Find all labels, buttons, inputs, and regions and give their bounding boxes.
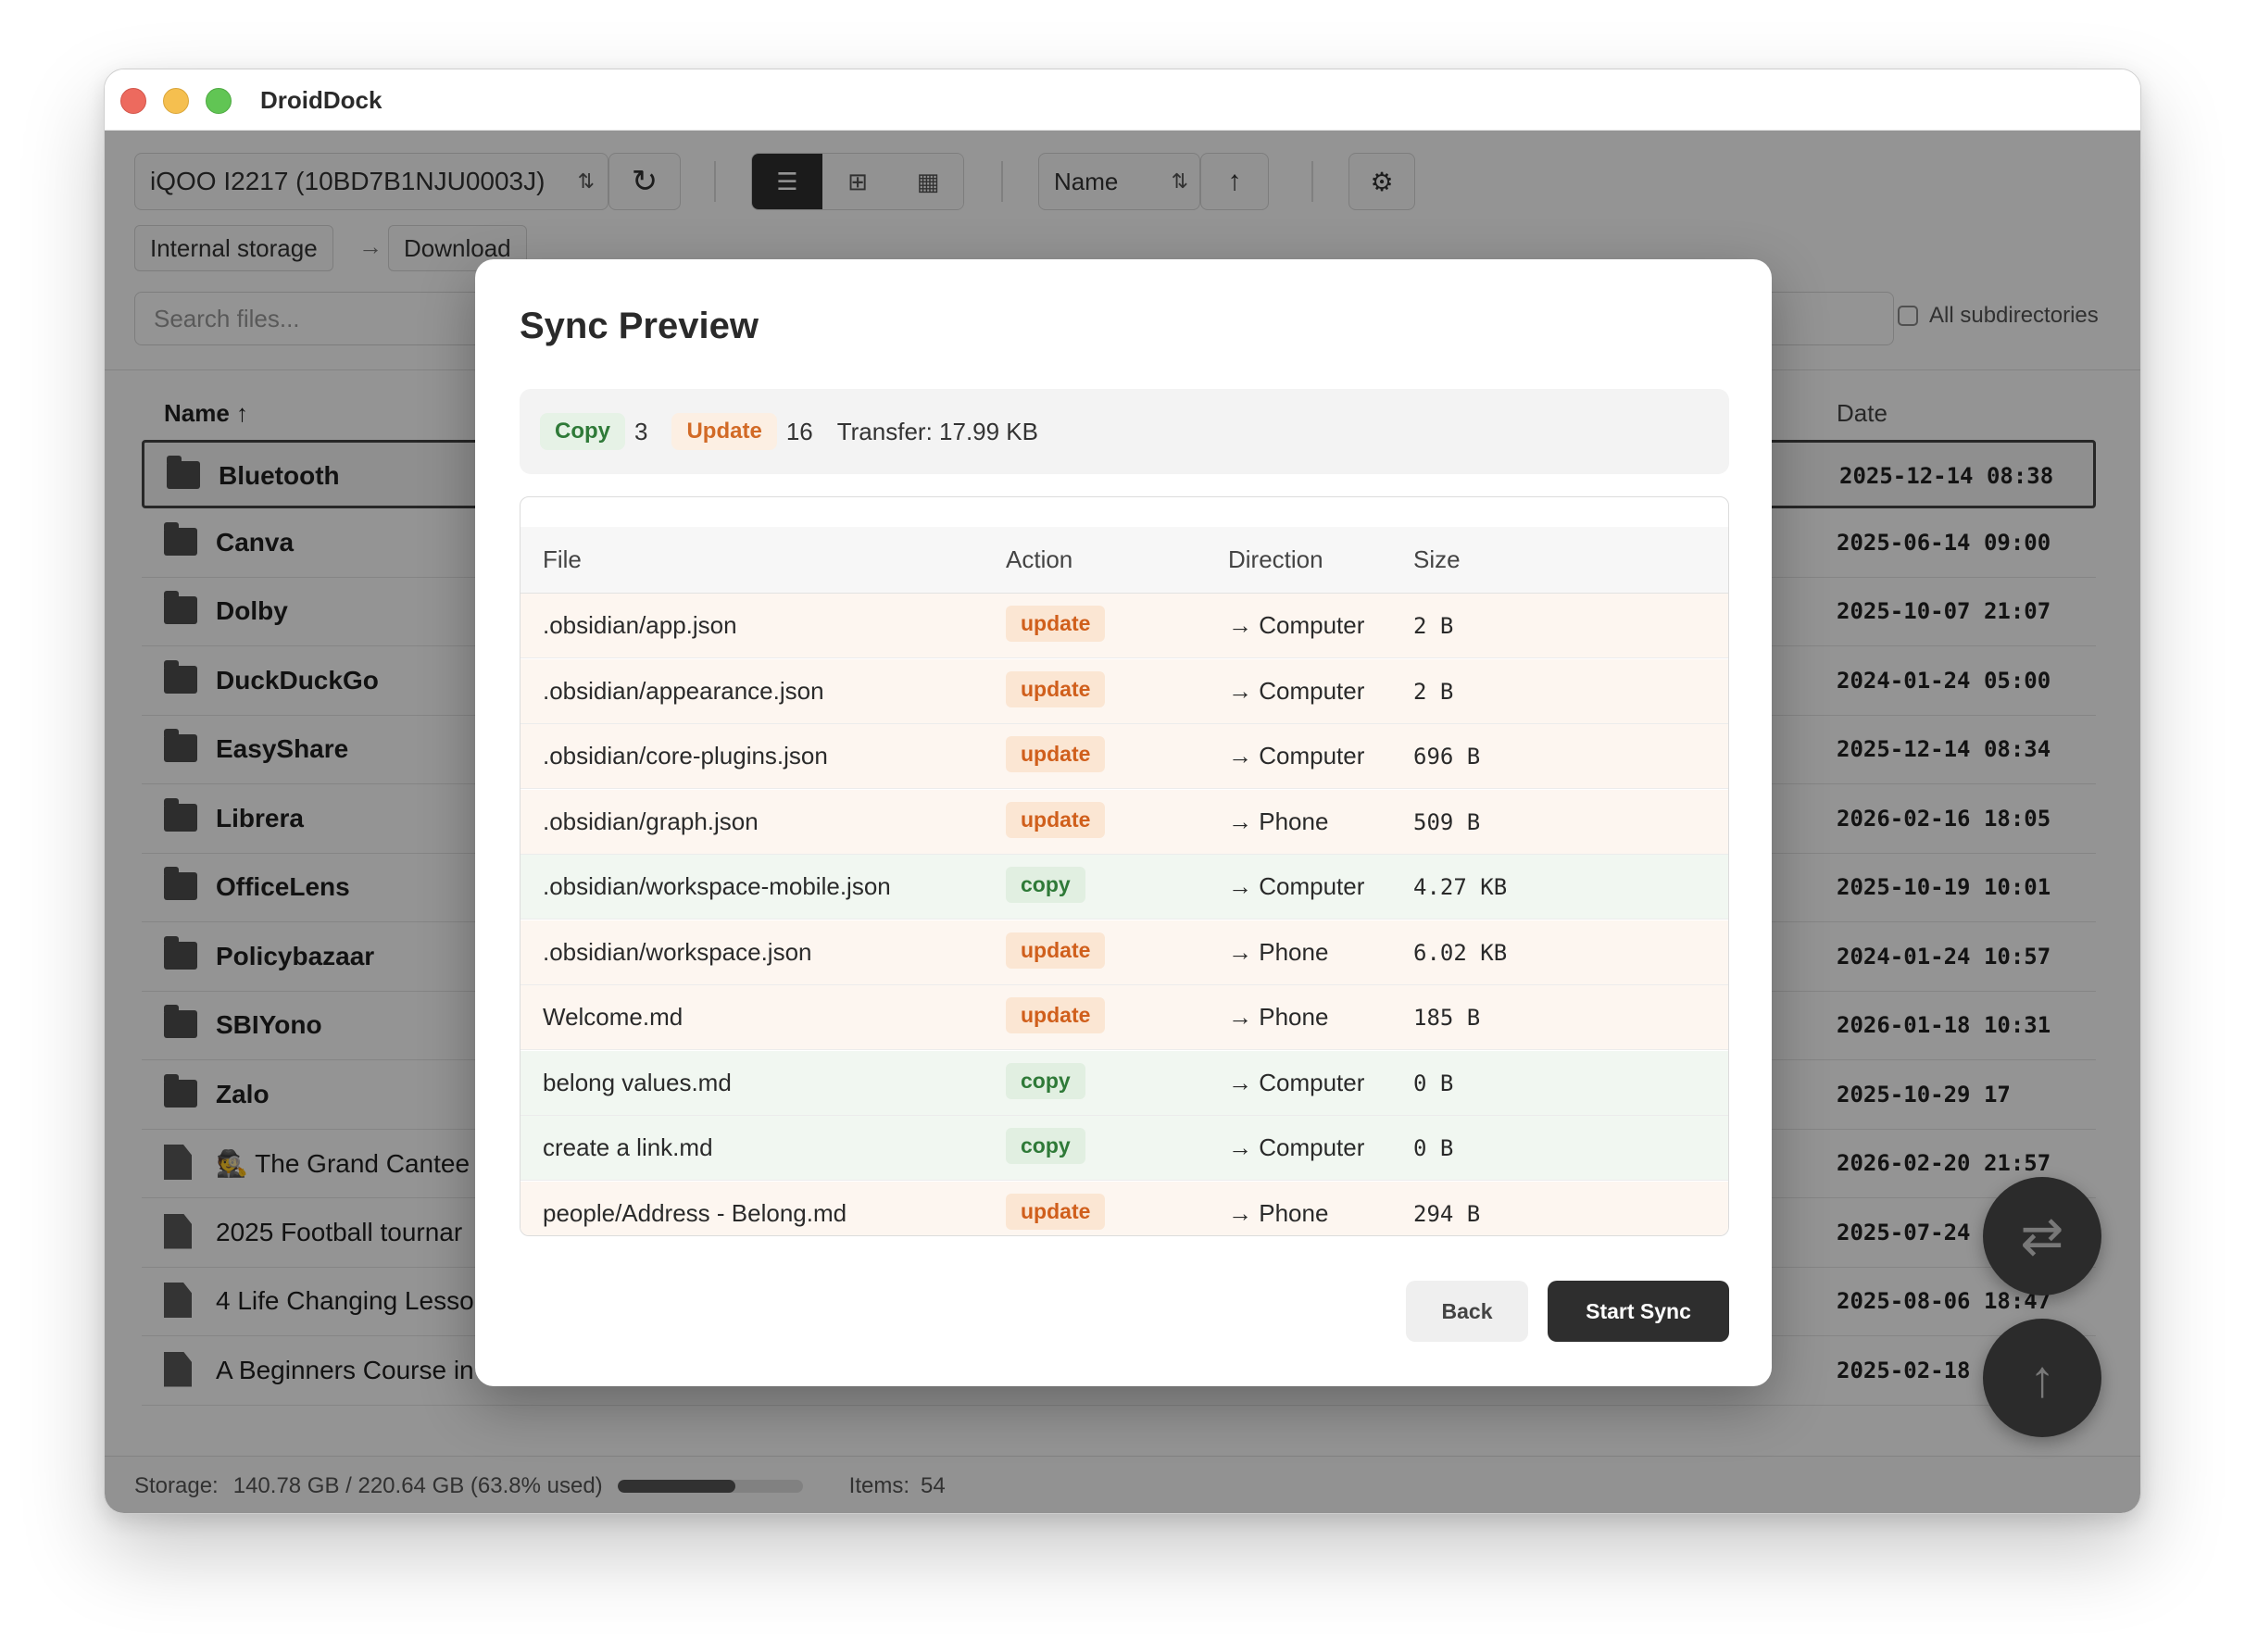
sync-action-badge: update: [1006, 997, 1106, 1033]
sync-file-path: .obsidian/graph.json: [543, 807, 759, 835]
dialog-title: Sync Preview: [520, 306, 759, 346]
sync-action-badge: update: [1006, 606, 1106, 642]
sync-size: 6.02 KB: [1413, 939, 1508, 966]
sync-row: .obsidian/core-plugins.json → Computer 696…: [520, 724, 1728, 789]
sync-row: people/Address - Belong.md → Phone 294 B up…: [520, 1181, 1728, 1235]
sync-action-badge: copy: [1006, 1128, 1085, 1164]
action-column-header: Action: [1006, 545, 1073, 573]
transfer-size: Transfer: 17.99 KB: [836, 417, 1038, 445]
sync-action-badge: update: [1006, 736, 1106, 772]
close-window-button[interactable]: [120, 88, 146, 114]
sync-size: 0 B: [1413, 1135, 1454, 1161]
sync-file-path: .obsidian/appearance.json: [543, 676, 824, 705]
update-badge: Update: [671, 413, 777, 450]
minimize-window-button[interactable]: [163, 88, 189, 114]
sync-size: 294 B: [1413, 1200, 1481, 1227]
sync-direction: → Phone: [1228, 1003, 1329, 1031]
sync-file-path: create a link.md: [543, 1133, 713, 1161]
sync-action-badge: copy: [1006, 1062, 1085, 1099]
sync-row: .obsidian/graph.json → Phone 509 B update: [520, 789, 1728, 855]
sync-action-badge: update: [1006, 932, 1106, 969]
table-header: File Action Direction Size: [520, 527, 1728, 594]
sync-size: 0 B: [1413, 1070, 1454, 1096]
sync-preview-dialog: Sync Preview Copy 3 Update 16 Transfer: …: [475, 259, 1772, 1386]
sync-direction: → Phone: [1228, 1198, 1329, 1227]
sync-direction: → Computer: [1228, 676, 1365, 705]
direction-column-header: Direction: [1228, 545, 1323, 573]
sync-file-path: belong values.md: [543, 1068, 732, 1096]
sync-size: 185 B: [1413, 1005, 1481, 1031]
sync-direction: → Phone: [1228, 937, 1329, 966]
sync-summary: Copy 3 Update 16 Transfer: 17.99 KB: [520, 389, 1729, 474]
sync-action-badge: update: [1006, 1193, 1106, 1230]
sync-row: Welcome.md → Phone 185 B update: [520, 985, 1728, 1050]
sync-file-path: .obsidian/core-plugins.json: [543, 742, 828, 770]
app-title: DroidDock: [260, 86, 383, 114]
sync-direction: → Computer: [1228, 1068, 1365, 1096]
sync-row: .obsidian/app.json → Computer 2 B update: [520, 594, 1728, 658]
sync-action-badge: copy: [1006, 867, 1085, 903]
title-bar: DroidDock: [105, 69, 2140, 131]
sync-action-badge: update: [1006, 670, 1106, 707]
sync-size: 696 B: [1413, 744, 1481, 770]
sync-file-path: .obsidian/workspace-mobile.json: [543, 872, 891, 900]
sync-direction: → Phone: [1228, 807, 1329, 835]
sync-action-badge: update: [1006, 801, 1106, 838]
start-sync-button[interactable]: Start Sync: [1548, 1281, 1729, 1342]
sync-direction: → Computer: [1228, 872, 1365, 900]
size-column-header: Size: [1413, 545, 1461, 573]
sync-file-path: people/Address - Belong.md: [543, 1198, 847, 1227]
sync-size: 2 B: [1413, 613, 1454, 639]
back-button[interactable]: Back: [1406, 1281, 1528, 1342]
sync-file-path: .obsidian/workspace.json: [543, 937, 812, 966]
sync-size: 2 B: [1413, 678, 1454, 705]
sync-row: belong values.md → Computer 0 B copy: [520, 1050, 1728, 1116]
maximize-window-button[interactable]: [206, 88, 232, 114]
sync-file-path: .obsidian/app.json: [543, 611, 737, 639]
copy-count: 3: [634, 417, 648, 445]
sync-size: 509 B: [1413, 808, 1481, 835]
app-window: DroidDock iQOO I2217 (10BD7B1NJU0003J) ⇅…: [104, 69, 2141, 1514]
update-count: 16: [785, 417, 813, 445]
sync-direction: → Computer: [1228, 742, 1365, 770]
sync-direction: → Computer: [1228, 1133, 1365, 1161]
sync-direction: → Computer: [1228, 611, 1365, 639]
sync-row: .obsidian/appearance.json → Computer 2 B up…: [520, 658, 1728, 724]
sync-row: .obsidian/workspace-mobile.json → Compute…: [520, 855, 1728, 920]
copy-badge: Copy: [540, 413, 625, 450]
sync-size: 4.27 KB: [1413, 874, 1508, 900]
sync-file-path: Welcome.md: [543, 1003, 684, 1031]
sync-table[interactable]: File Action Direction Size .obsidian/app…: [520, 496, 1729, 1236]
file-column-header: File: [543, 545, 582, 573]
sync-row: .obsidian/workspace.json → Phone 6.02 KB up…: [520, 920, 1728, 985]
sync-row: create a link.md → Computer 0 B copy: [520, 1116, 1728, 1181]
